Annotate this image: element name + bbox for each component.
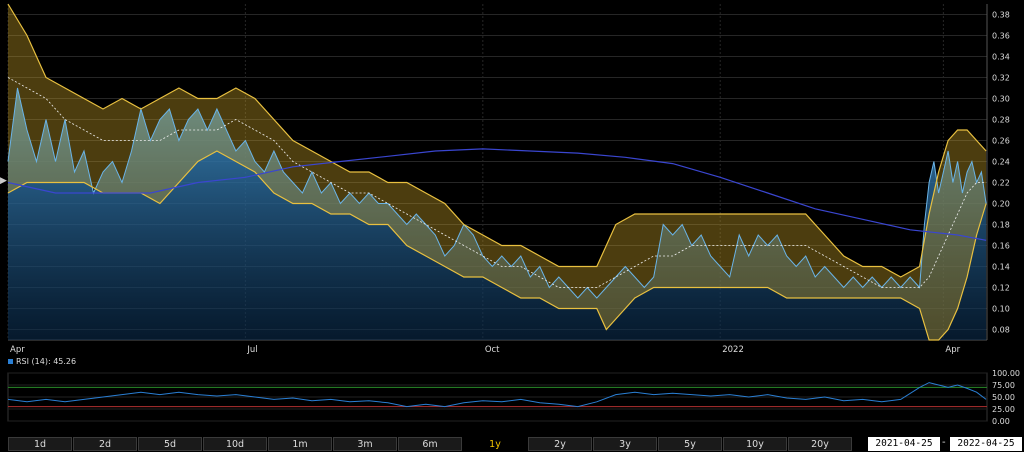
price-chart[interactable]: 0.08 0.10 0.12 0.14 0.16 0.18 0.20 0.22 0.24 0.26… (0, 0, 1024, 356)
y-tick-label: 0.14 (992, 263, 1010, 272)
range-selector: 1d 2d 5d 10d 1m 3m 6m 1y 2y 3y 5y 10y 20… (8, 437, 853, 452)
rsi-y-tick-label: 50.00 (992, 393, 1015, 402)
range-button-3m[interactable]: 3m (333, 437, 397, 451)
date-separator: - (942, 437, 946, 448)
y-tick-label: 0.12 (992, 284, 1010, 293)
y-tick-label: 0.24 (992, 158, 1010, 167)
y-tick-label: 0.10 (992, 305, 1010, 314)
y-tick-label: 0.34 (992, 53, 1010, 62)
y-tick-label: 0.26 (992, 137, 1010, 146)
price-marker-icon: ▶ (0, 176, 7, 186)
y-tick-label: 0.28 (992, 116, 1010, 125)
rsi-y-tick-label: 100.00 (992, 369, 1020, 378)
range-button-2d[interactable]: 2d (73, 437, 137, 451)
y-tick-label: 0.18 (992, 221, 1010, 230)
x-tick-label: Apr (945, 345, 960, 355)
rsi-y-tick-label: 25.00 (992, 405, 1015, 414)
y-tick-label: 0.36 (992, 32, 1010, 41)
range-button-5y[interactable]: 5y (658, 437, 722, 451)
y-tick-label: 0.38 (992, 11, 1010, 20)
range-button-20y[interactable]: 20y (788, 437, 852, 451)
y-tick-label: 0.16 (992, 242, 1010, 251)
x-tick-label: Oct (485, 345, 500, 355)
x-tick-label: 2022 (722, 345, 744, 355)
date-from-input[interactable]: 2021-04-25 (868, 437, 940, 451)
rsi-y-tick-label: 0.00 (992, 417, 1010, 426)
y-tick-label: 0.22 (992, 179, 1010, 188)
range-button-1y[interactable]: 1y (463, 437, 527, 451)
range-button-1d[interactable]: 1d (8, 437, 72, 451)
range-button-6m[interactable]: 6m (398, 437, 462, 451)
y-tick-label: 0.32 (992, 74, 1010, 83)
range-button-10y[interactable]: 10y (723, 437, 787, 451)
range-button-3y[interactable]: 3y (593, 437, 657, 451)
x-tick-label: Apr (10, 345, 25, 355)
date-to-input[interactable]: 2022-04-25 (950, 437, 1022, 451)
rsi-chart: 100.00 75.00 50.00 25.00 0.00 (7, 369, 1020, 426)
rsi-y-tick-label: 75.00 (992, 381, 1015, 390)
range-button-10d[interactable]: 10d (203, 437, 267, 451)
range-button-2y[interactable]: 2y (528, 437, 592, 451)
y-tick-label: 0.20 (992, 200, 1010, 209)
y-tick-label: 0.30 (992, 95, 1010, 104)
range-button-5d[interactable]: 5d (138, 437, 202, 451)
y-tick-label: 0.08 (992, 326, 1010, 335)
x-tick-label: Jul (246, 345, 257, 355)
range-button-1m[interactable]: 1m (268, 437, 332, 451)
